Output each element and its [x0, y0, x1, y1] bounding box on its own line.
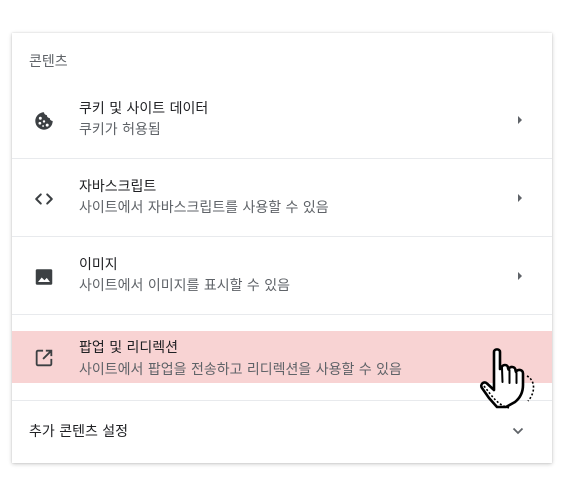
- row-title: 자바스크립트: [79, 179, 157, 195]
- more-settings-label: 추가 콘텐츠 설정: [29, 424, 129, 440]
- code-icon: [35, 193, 53, 205]
- arrow-right-icon: [518, 116, 522, 124]
- arrow-right-icon: [518, 272, 522, 280]
- row-subtitle: 쿠키가 허용됨: [79, 122, 161, 138]
- cookie-icon: [35, 112, 53, 130]
- more-content-settings[interactable]: 추가 콘텐츠 설정: [12, 401, 552, 463]
- row-title: 팝업 및 리디렉션: [79, 340, 179, 356]
- row-subtitle: 사이트에서 팝업을 전송하고 리디렉션을 사용할 수 있음: [79, 362, 402, 378]
- row-title: 쿠키 및 사이트 데이터: [79, 101, 209, 117]
- section-title: 콘텐츠: [29, 54, 68, 70]
- content-settings-card: 콘텐츠 쿠키 및 사이트 데이터 쿠키가 허용됨 자바스크립트 사이트에서 자바…: [12, 33, 552, 463]
- row-subtitle: 사이트에서 이미지를 표시할 수 있음: [79, 278, 290, 294]
- row-title: 이미지: [79, 257, 118, 273]
- hand-cursor-icon: [480, 348, 535, 409]
- image-icon: [35, 269, 53, 285]
- settings-row-javascript[interactable]: 자바스크립트 사이트에서 자바스크립트를 사용할 수 있음: [12, 159, 552, 237]
- settings-row-images[interactable]: 이미지 사이트에서 이미지를 표시할 수 있음: [12, 237, 552, 315]
- chevron-down-icon: [512, 427, 524, 435]
- open-in-new-icon: [35, 349, 53, 367]
- settings-row-popups[interactable]: 팝업 및 리디렉션 사이트에서 팝업을 전송하고 리디렉션을 사용할 수 있음: [12, 331, 552, 383]
- arrow-right-icon: [518, 194, 522, 202]
- row-subtitle: 사이트에서 자바스크립트를 사용할 수 있음: [79, 200, 329, 216]
- settings-row-cookies[interactable]: 쿠키 및 사이트 데이터 쿠키가 허용됨: [12, 81, 552, 159]
